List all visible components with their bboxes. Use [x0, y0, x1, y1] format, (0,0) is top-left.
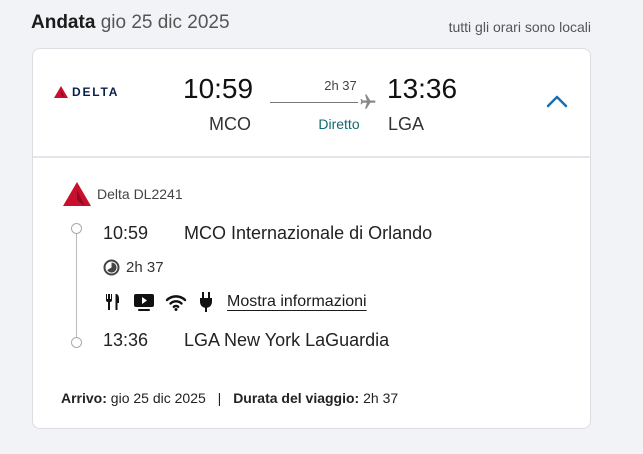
- timeline-line: [76, 229, 77, 339]
- airline-logo: DELTA: [54, 85, 119, 99]
- arrive-time: 13:36: [387, 73, 458, 104]
- stops-label: Diretto: [318, 116, 360, 132]
- depart-airport-code: MCO: [209, 114, 251, 134]
- arrive-airport-code: LGA: [388, 114, 425, 134]
- segment-arrive-time: 13:36: [103, 330, 149, 350]
- local-times-note: tutti gli orari sono locali: [448, 19, 591, 35]
- trip-footer: Arrivo: gio 25 dic 2025 | Durata del via…: [61, 390, 398, 406]
- flight-summary[interactable]: DELTA 10:59 MCO 2h 37 Diretto 13:36 LGA: [33, 49, 590, 158]
- airline-logo-text: DELTA: [72, 85, 120, 99]
- more-info-link[interactable]: Mostra informazioni: [227, 293, 367, 311]
- leg-direction: Andata: [31, 12, 96, 33]
- delta-triangle-icon: [54, 86, 68, 98]
- segment-carrier: Delta DL2241: [63, 182, 183, 206]
- arrival-label: Arrivo:: [61, 390, 107, 406]
- leg-title: Andata gio 25 dic 2025: [31, 12, 230, 34]
- segment-depart-time: 10:59: [103, 223, 149, 243]
- depart-time: 10:59: [183, 73, 254, 104]
- power-icon: [200, 292, 212, 312]
- amenities-row: Mostra informazioni: [103, 291, 367, 313]
- trip-duration-label: Durata del viaggio:: [233, 390, 360, 406]
- flight-number: Delta DL2241: [97, 186, 183, 202]
- footer-separator: |: [217, 390, 222, 406]
- segment-depart-place: MCO Internazionale di Orlando: [184, 223, 433, 243]
- collapse-chevron-icon[interactable]: [545, 93, 569, 109]
- wifi-icon: [165, 295, 187, 311]
- flight-card: DELTA 10:59 MCO 2h 37 Diretto 13:36 LGA …: [32, 48, 591, 429]
- trip-duration-value: 2h 37: [363, 390, 399, 406]
- timeline-end-dot: [71, 337, 82, 348]
- timeline-start-dot: [71, 223, 82, 234]
- segment-arrive-place: LGA New York LaGuardia: [184, 330, 390, 350]
- meal-icon: [106, 294, 119, 310]
- clock-icon: [103, 259, 120, 276]
- segment-duration: 2h 37: [103, 259, 164, 276]
- flight-duration: 2h 37: [324, 78, 357, 93]
- leg-date: gio 25 dic 2025: [100, 12, 230, 33]
- route-line: [270, 102, 358, 103]
- plane-icon: [360, 94, 376, 109]
- segment-duration-text: 2h 37: [126, 259, 164, 276]
- arrival-value: gio 25 dic 2025: [110, 390, 206, 406]
- entertainment-icon: [134, 294, 154, 311]
- delta-triangle-icon: [63, 182, 91, 206]
